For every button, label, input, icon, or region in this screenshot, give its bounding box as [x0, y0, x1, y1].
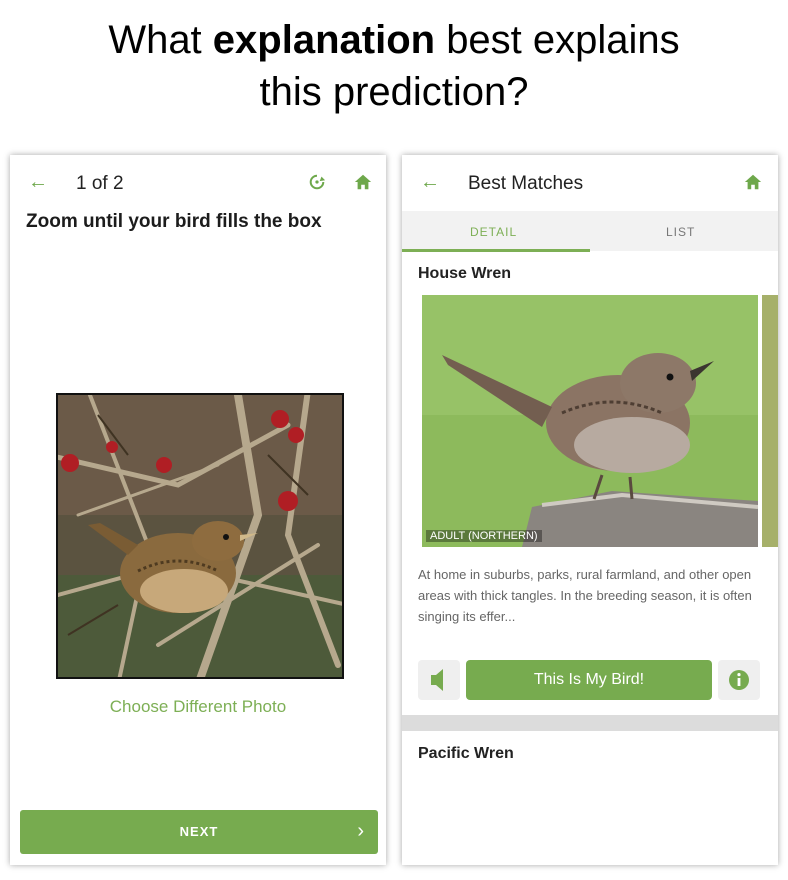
next-button[interactable]: NEXT ›	[20, 810, 378, 854]
headline: What explanation best explains this pred…	[0, 14, 788, 118]
back-arrow-icon[interactable]: ←	[420, 171, 440, 194]
choose-different-photo-link[interactable]: Choose Different Photo	[10, 697, 386, 717]
headline-bold: explanation	[212, 18, 436, 62]
best-matches-screen: ← Best Matches DETAIL LIST House Wren AD…	[402, 155, 778, 865]
matches-title: Best Matches	[468, 173, 584, 194]
headline-prefix: What	[108, 18, 202, 62]
active-tab-indicator	[402, 249, 590, 252]
photo-caption: ADULT (NORTHERN)	[426, 530, 542, 542]
crop-instruction: Zoom until your bird fills the box	[26, 211, 322, 232]
headline-line1: What explanation best explains	[0, 14, 788, 66]
species-info-button[interactable]	[718, 660, 760, 700]
home-icon[interactable]	[744, 173, 762, 191]
play-sound-button[interactable]	[418, 660, 460, 700]
headline-suffix: best explains	[446, 18, 680, 62]
home-icon[interactable]	[354, 173, 372, 191]
result-tabs: DETAIL LIST	[402, 211, 778, 251]
crop-header: ← 1 of 2	[10, 155, 386, 211]
speaker-icon	[431, 669, 443, 691]
rotate-icon[interactable]	[308, 173, 326, 191]
crop-screen: ← 1 of 2 Zoom until your bird fills the …	[10, 155, 386, 865]
tab-list[interactable]: LIST	[666, 225, 695, 239]
info-icon	[729, 670, 749, 690]
photo-counter: 1 of 2	[76, 173, 124, 194]
back-arrow-icon[interactable]: ←	[28, 171, 48, 194]
headline-line2: this prediction?	[259, 70, 529, 114]
matches-header: ← Best Matches	[402, 155, 778, 211]
bird-photo-crop-box[interactable]	[56, 393, 344, 679]
house-wren-photo[interactable]	[422, 295, 758, 547]
next-photo-peek[interactable]	[762, 295, 778, 547]
section-divider	[402, 715, 778, 731]
this-is-my-bird-button[interactable]: This Is My Bird!	[466, 660, 712, 700]
next-button-label: NEXT	[179, 824, 219, 839]
house-wren-image	[422, 295, 758, 547]
this-is-my-bird-label: This Is My Bird!	[533, 671, 645, 688]
match-1-name: House Wren	[418, 265, 512, 282]
chevron-right-icon: ›	[357, 820, 364, 842]
wren-in-branches-image	[58, 395, 342, 677]
match-2-name: Pacific Wren	[418, 745, 514, 762]
tab-detail[interactable]: DETAIL	[470, 225, 517, 239]
species-description: At home in suburbs, parks, rural farmlan…	[418, 567, 752, 624]
